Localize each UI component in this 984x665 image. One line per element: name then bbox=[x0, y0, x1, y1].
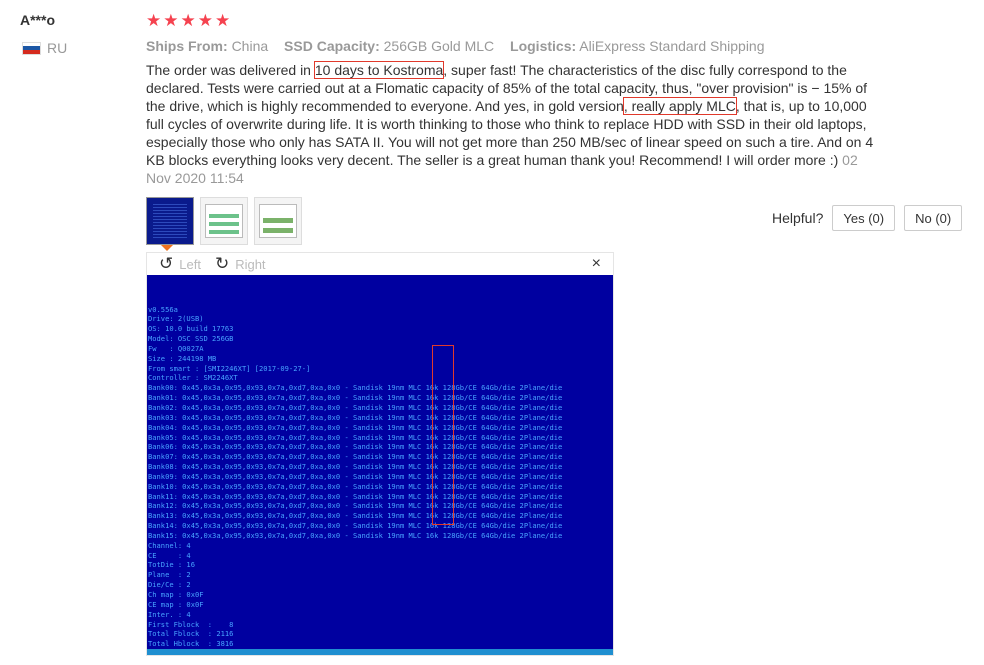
console-line: v0.556a bbox=[148, 304, 178, 314]
mlc-highlight-box bbox=[432, 345, 454, 525]
russia-flag-icon bbox=[22, 41, 41, 55]
review-text: The order was delivered in 10 days to Ko… bbox=[146, 61, 874, 186]
console-line: Bank02: 0x45,0x3a,0x95,0x93,0x7a,0xd7,0x… bbox=[148, 402, 563, 412]
console-line: Model: OSC SSD 256GB bbox=[148, 334, 234, 344]
attr-logistics: Logistics: AliExpress Standard Shipping bbox=[510, 38, 765, 54]
console-line: Bank07: 0x45,0x3a,0x95,0x93,0x7a,0xd7,0x… bbox=[148, 452, 563, 462]
console-line: Die/Ce : 2 bbox=[148, 580, 191, 590]
reviewer-country: RU bbox=[22, 40, 67, 56]
review-photo-thumbnail[interactable] bbox=[254, 197, 302, 245]
console-line: Channel: 4 bbox=[148, 540, 191, 550]
console-line: Fw : Q0027A bbox=[148, 343, 204, 353]
star-icon: ★ bbox=[215, 11, 231, 30]
console-line: Ch map : 0x0F bbox=[148, 590, 204, 599]
console-line: CE map : 0x0F bbox=[148, 599, 204, 609]
console-line: Bank12: 0x45,0x3a,0x95,0x93,0x7a,0xd7,0x… bbox=[148, 501, 563, 511]
console-line: Bank05: 0x45,0x3a,0x95,0x93,0x7a,0xd7,0x… bbox=[148, 432, 563, 442]
reviewer-name: A***o bbox=[20, 12, 56, 28]
helpful-no-button[interactable]: No (0) bbox=[904, 205, 963, 231]
console-line: Bank00: 0x45,0x3a,0x95,0x93,0x7a,0xd7,0x… bbox=[148, 383, 563, 393]
console-line: Bank06: 0x45,0x3a,0x95,0x93,0x7a,0xd7,0x… bbox=[148, 442, 563, 452]
helpful-vote: Helpful? Yes (0) No (0) bbox=[772, 205, 963, 231]
rotate-left-icon[interactable]: ↺ bbox=[159, 255, 173, 273]
selected-thumbnail-indicator bbox=[161, 245, 173, 251]
console-line: Bank11: 0x45,0x3a,0x95,0x93,0x7a,0xd7,0x… bbox=[148, 491, 563, 501]
country-code: RU bbox=[47, 40, 68, 56]
console-line: TotDie : 16 bbox=[148, 560, 195, 570]
order-attributes: Ships From: China SSD Capacity: 256GB Go… bbox=[146, 38, 777, 54]
star-icon: ★ bbox=[180, 11, 196, 30]
console-line: OS: 10.0 build 17763 bbox=[148, 324, 234, 334]
close-icon[interactable]: × bbox=[592, 255, 601, 273]
star-icon: ★ bbox=[163, 11, 179, 30]
star-icon: ★ bbox=[146, 11, 162, 30]
console-line: Bank15: 0x45,0x3a,0x95,0x93,0x7a,0xd7,0x… bbox=[148, 530, 563, 540]
attr-ships-from: Ships From: China bbox=[146, 38, 269, 54]
console-line: Plane : 2 bbox=[148, 570, 191, 580]
rotate-right-label[interactable]: Right bbox=[235, 257, 265, 272]
console-line: Size : 244198 MB bbox=[148, 353, 217, 363]
console-line: Bank09: 0x45,0x3a,0x95,0x93,0x7a,0xd7,0x… bbox=[148, 471, 563, 481]
console-line: Bank01: 0x45,0x3a,0x95,0x93,0x7a,0xd7,0x… bbox=[148, 393, 563, 403]
viewer-toolbar: ↺ Left ↻ Right bbox=[147, 253, 613, 275]
console-line: From smart : [SMI2246XT] [2017-09-27-] bbox=[148, 363, 311, 373]
console-screenshot: v0.556a Drive: 2(USB) OS: 10.0 build 17763… bbox=[147, 275, 613, 655]
helpful-label: Helpful? bbox=[772, 210, 824, 226]
console-line: Total Fblock : 2116 bbox=[148, 629, 234, 639]
rotate-left-label[interactable]: Left bbox=[179, 257, 201, 272]
highlighted-text: , really apply MLC bbox=[622, 97, 737, 115]
console-line: CE : 4 bbox=[148, 550, 191, 560]
image-viewer: ↺ Left ↻ Right × v0.556a Drive: 2(USB) OS:… bbox=[146, 252, 614, 656]
console-line: Controller : SM2246XT bbox=[148, 373, 238, 383]
console-line: Drive: 2(USB) bbox=[148, 314, 204, 324]
attr-ssd-capacity: SSD Capacity: 256GB Gold MLC bbox=[284, 38, 495, 54]
console-line: Total Hblock : 3816 bbox=[148, 639, 234, 649]
star-icon: ★ bbox=[197, 11, 213, 30]
console-line: Bank08: 0x45,0x3a,0x95,0x93,0x7a,0xd7,0x… bbox=[148, 462, 563, 472]
highlighted-text: 10 days to Kostroma bbox=[313, 61, 445, 79]
console-line: Inter. : 4 bbox=[148, 609, 191, 619]
rotate-right-icon[interactable]: ↻ bbox=[215, 255, 229, 273]
console-line: Bank14: 0x45,0x3a,0x95,0x93,0x7a,0xd7,0x… bbox=[148, 521, 563, 531]
review-photo-thumbnail[interactable] bbox=[200, 197, 248, 245]
console-line: Bank13: 0x45,0x3a,0x95,0x93,0x7a,0xd7,0x… bbox=[148, 511, 563, 521]
console-line: First Fblock : 8 bbox=[148, 619, 234, 629]
console-line: Bank04: 0x45,0x3a,0x95,0x93,0x7a,0xd7,0x… bbox=[148, 422, 563, 432]
review-thumbnails bbox=[146, 197, 302, 245]
console-line: Bank03: 0x45,0x3a,0x95,0x93,0x7a,0xd7,0x… bbox=[148, 412, 563, 422]
helpful-yes-button[interactable]: Yes (0) bbox=[832, 205, 896, 231]
console-line: Bank10: 0x45,0x3a,0x95,0x93,0x7a,0xd7,0x… bbox=[148, 481, 563, 491]
star-rating: ★ ★ ★ ★ ★ bbox=[146, 12, 230, 30]
review-photo-thumbnail[interactable] bbox=[146, 197, 194, 245]
